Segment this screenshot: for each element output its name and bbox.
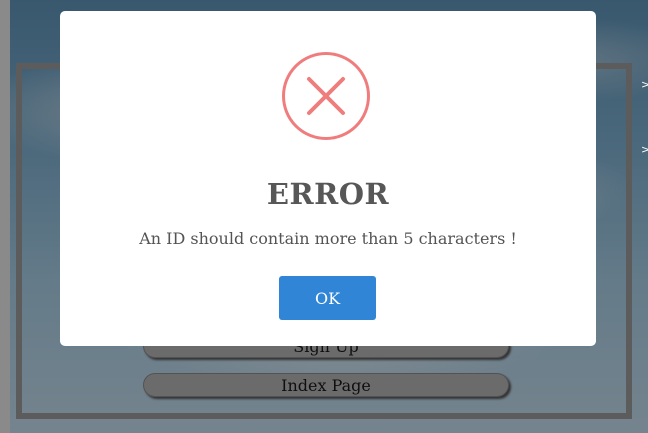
dialog-message: An ID should contain more than 5 charact… bbox=[139, 229, 517, 248]
ok-button[interactable]: OK bbox=[279, 276, 376, 320]
x-mark-icon bbox=[307, 77, 345, 115]
edge-arrow-icon: > bbox=[641, 143, 648, 156]
error-dialog: ERROR An ID should contain more than 5 c… bbox=[60, 11, 596, 346]
screen: Sign Up Index Page > > ERROR An ID shoul… bbox=[0, 0, 648, 433]
error-x-circle-icon bbox=[282, 52, 370, 140]
edge-arrow-icon: > bbox=[641, 78, 648, 91]
dialog-title: ERROR bbox=[266, 177, 390, 211]
